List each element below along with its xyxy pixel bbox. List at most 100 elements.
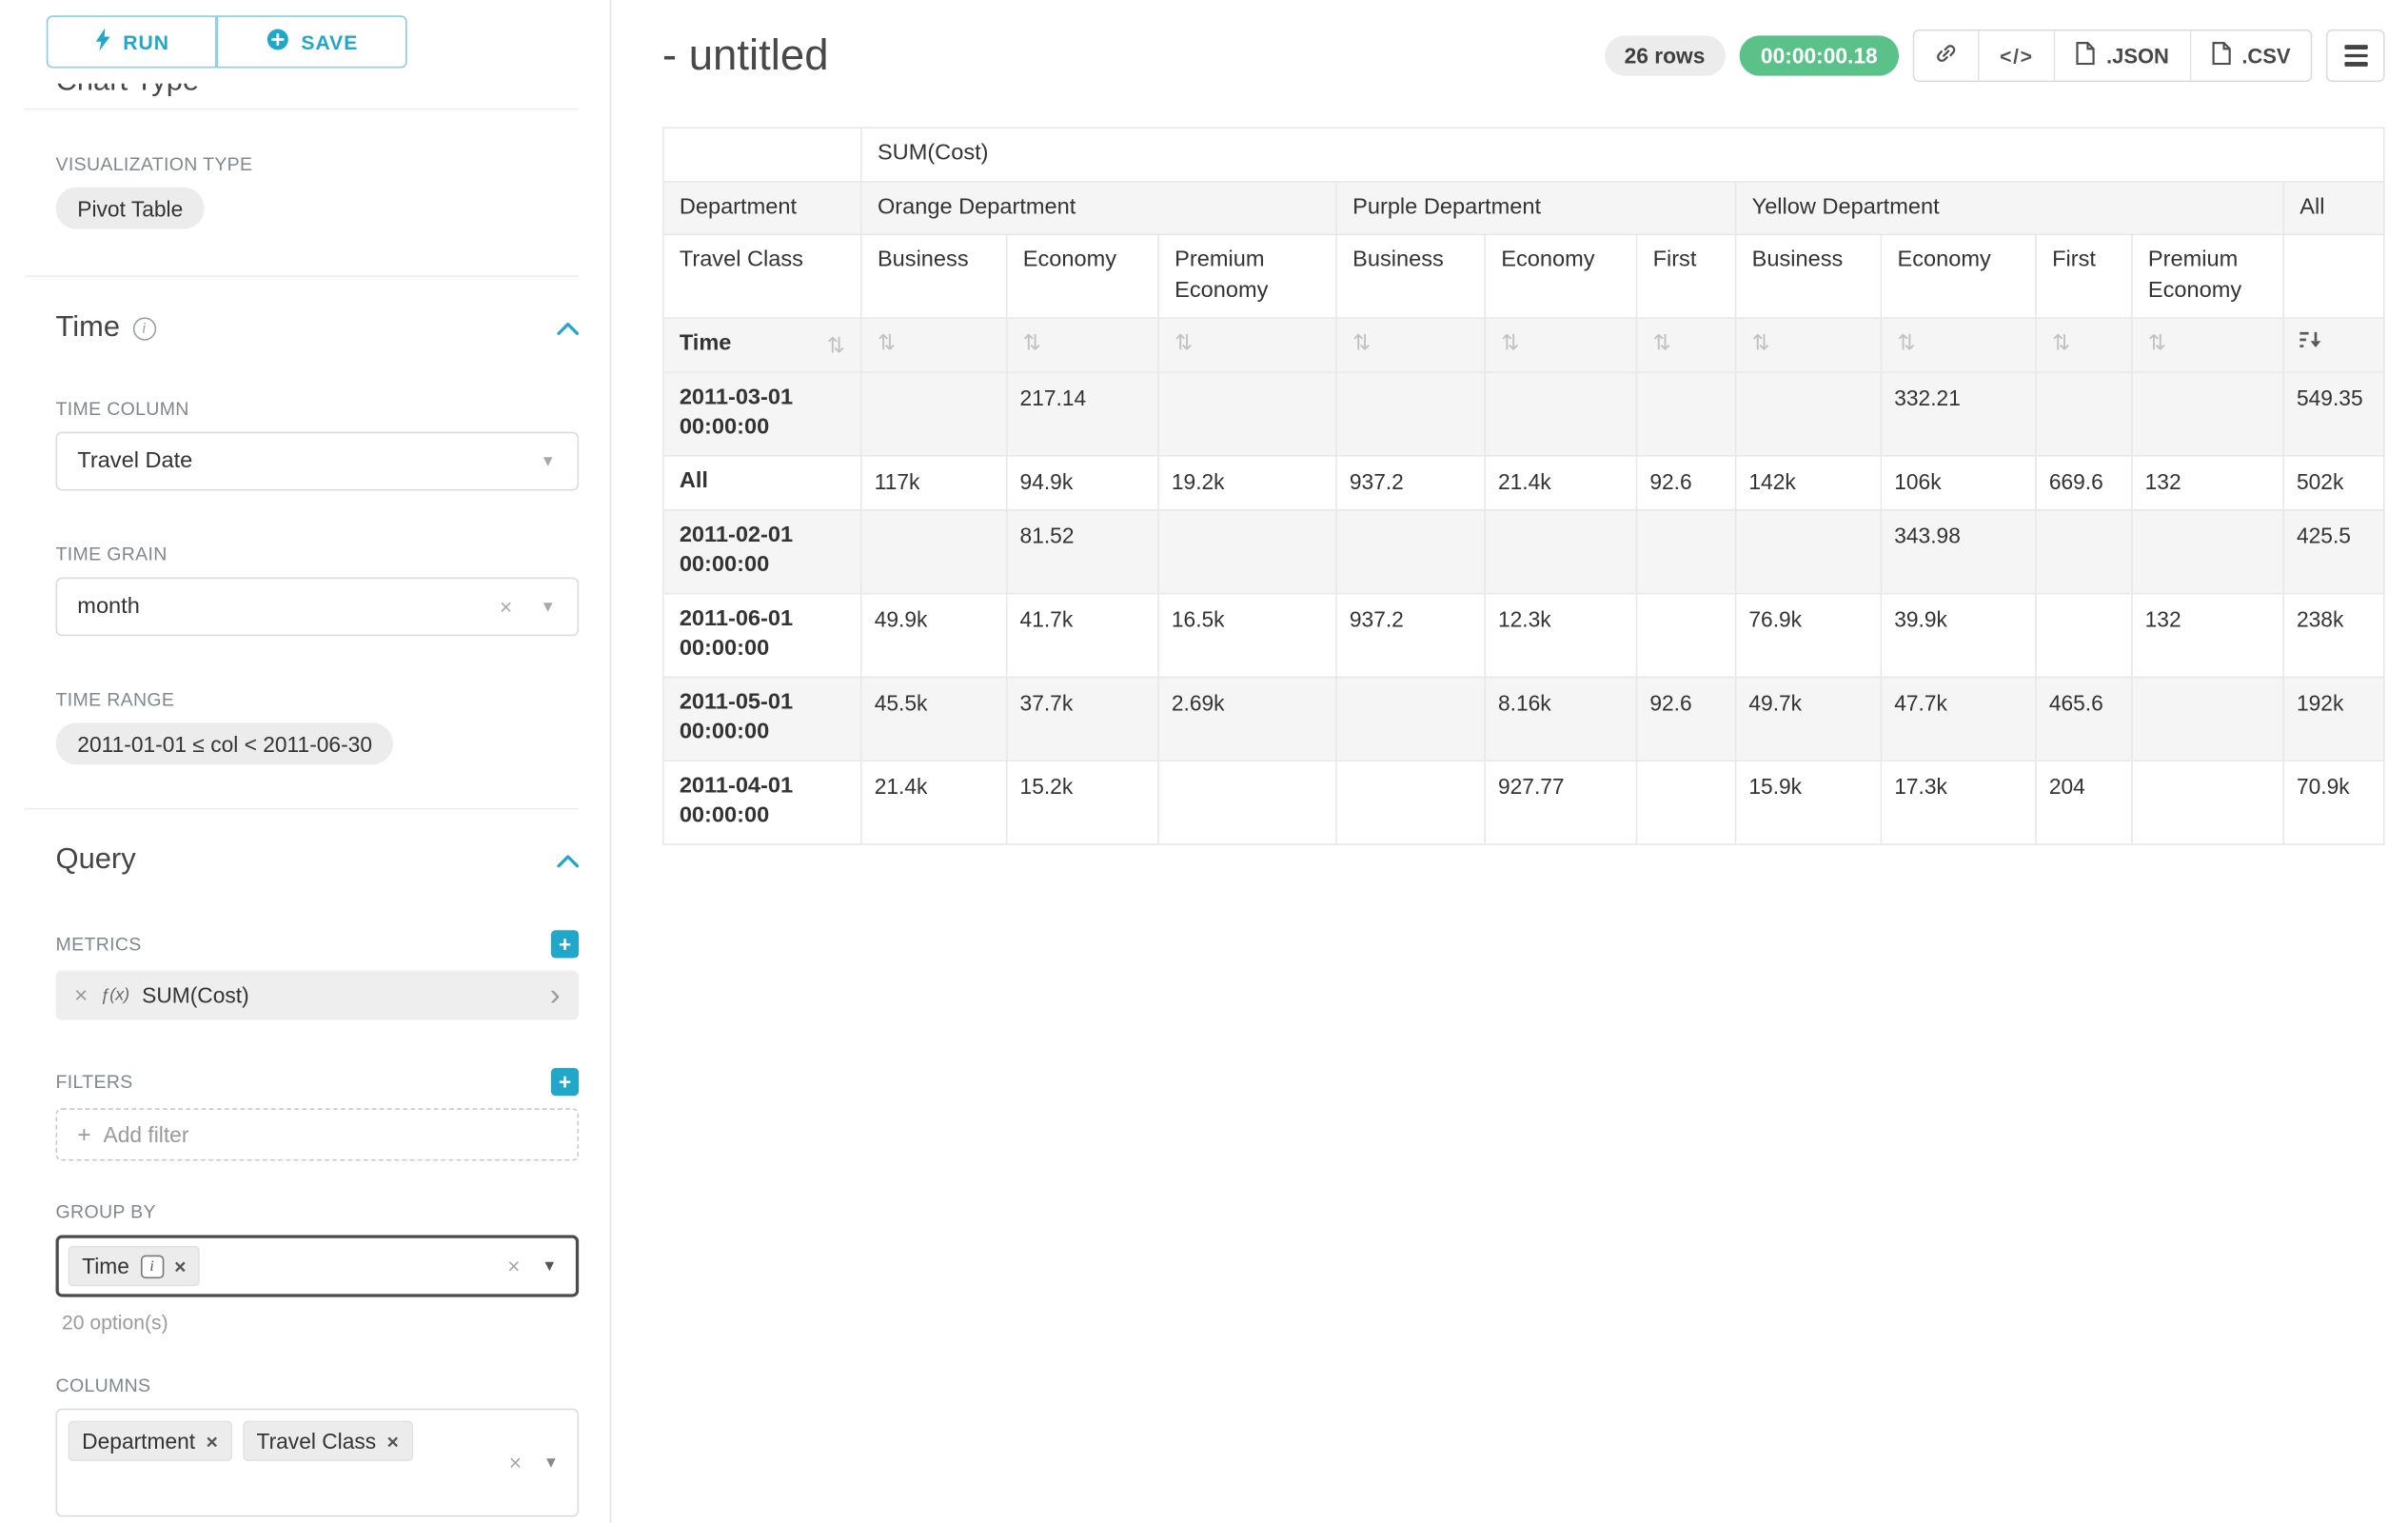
add-filter-placeholder: Add filter — [104, 1122, 189, 1147]
pivot-value-cell: 15.2k — [1007, 761, 1158, 844]
pivot-table: SUM(Cost)DepartmentOrange DepartmentPurp… — [662, 127, 2385, 844]
run-button[interactable]: RUN — [47, 15, 217, 68]
add-filter-button[interactable]: + — [551, 1068, 579, 1096]
control-panel-scroll-area[interactable]: Chart Type VISUALIZATION TYPE Pivot Tabl… — [0, 84, 610, 1523]
pivot-value-cell: 117k — [861, 456, 1007, 509]
chart-header: - untitled 26 rows 00:00:00.18 </> — [662, 22, 2385, 90]
travel-class-header: Economy — [1007, 235, 1158, 319]
sort-desc-icon[interactable] — [2299, 330, 2321, 355]
query-section-header[interactable]: Query — [56, 843, 580, 878]
time-range-control: TIME RANGE 2011-01-01 ≤ col < 2011-06-30 — [56, 689, 580, 765]
time-grain-label: TIME GRAIN — [56, 544, 580, 565]
pivot-value-cell — [861, 372, 1007, 456]
copy-link-button[interactable] — [1915, 31, 1980, 81]
clear-icon[interactable]: × — [507, 1254, 520, 1278]
sorted-column-cell — [2283, 319, 2384, 372]
time-section-header[interactable]: Time i — [56, 311, 580, 346]
pivot-value-cell — [2132, 372, 2283, 456]
sort-icon[interactable]: ⇅ — [1501, 330, 1519, 355]
viz-type-value[interactable]: Pivot Table — [56, 188, 205, 229]
pivot-value-cell — [1485, 509, 1636, 593]
chevron-up-icon[interactable] — [557, 854, 579, 868]
sort-icon[interactable]: ⇅ — [1653, 330, 1671, 355]
metrics-label: METRICS — [56, 933, 142, 955]
travel-class-header: Business — [1336, 235, 1485, 319]
caret-down-icon[interactable]: ▼ — [543, 1454, 559, 1472]
pivot-value-cell: 92.6 — [1636, 677, 1735, 761]
remove-metric-icon[interactable]: × — [74, 982, 88, 1009]
time-range-value[interactable]: 2011-01-01 ≤ col < 2011-06-30 — [56, 722, 394, 764]
pivot-value-cell — [1736, 509, 1882, 593]
time-column-select[interactable]: Travel Date ▼ — [56, 432, 580, 491]
sort-icon[interactable]: ⇅ — [1752, 330, 1770, 355]
sort-icon[interactable]: ⇅ — [1352, 330, 1371, 355]
remove-tag-icon[interactable]: × — [387, 1430, 399, 1453]
filters-label: FILTERS — [56, 1071, 133, 1093]
caret-down-icon[interactable]: ▼ — [542, 1257, 557, 1275]
sort-icon[interactable]: ⇅ — [878, 330, 896, 355]
row-count-badge: 26 rows — [1604, 35, 1725, 75]
travel-class-header: Business — [861, 235, 1007, 319]
pivot-value-cell — [1336, 761, 1485, 844]
link-icon — [1935, 42, 1958, 69]
remove-tag-icon[interactable]: × — [207, 1430, 218, 1453]
export-json-button[interactable]: .JSON — [2055, 31, 2190, 81]
chart-actions-bar: RUN SAVE — [0, 0, 610, 84]
metric-header: SUM(Cost) — [861, 128, 2384, 181]
run-button-label: RUN — [123, 30, 169, 53]
pivot-value-cell — [1636, 509, 1735, 593]
clear-icon[interactable]: × — [500, 594, 512, 619]
pivot-value-cell: 332.21 — [1881, 372, 2036, 456]
chart-title[interactable]: - untitled — [662, 31, 829, 81]
sort-icon[interactable]: ⇅ — [1023, 330, 1041, 355]
pivot-value-cell — [1736, 372, 1882, 456]
save-button-label: SAVE — [301, 30, 358, 53]
section-title-chart-type: Chart Type — [56, 84, 580, 99]
chevron-up-icon[interactable] — [557, 321, 579, 335]
sortable-column-cell: ⇅ — [1736, 319, 1882, 372]
sort-icon[interactable]: ⇅ — [2148, 330, 2166, 355]
viz-type-label: VISUALIZATION TYPE — [56, 153, 580, 175]
columns-select[interactable]: Department × Travel Class × × ▼ — [56, 1409, 580, 1517]
sort-icon[interactable]: ⇅ — [1174, 330, 1193, 355]
sortable-column-cell: ⇅ — [1336, 319, 1485, 372]
department-header: Purple Department — [1336, 181, 1736, 234]
pivot-value-cell — [2036, 372, 2132, 456]
columns-tag[interactable]: Department × — [69, 1421, 232, 1461]
chevron-right-icon[interactable]: › — [550, 979, 561, 1011]
sort-icon[interactable]: ⇅ — [1897, 330, 1915, 355]
travel-class-header: First — [1636, 235, 1735, 319]
pivot-value-cell: 15.9k — [1736, 761, 1882, 844]
remove-tag-icon[interactable]: × — [174, 1255, 186, 1277]
time-column-control: TIME COLUMN Travel Date ▼ — [56, 398, 580, 491]
control-panel: RUN SAVE Chart Type VISUALIZATION TYPE P… — [0, 0, 611, 1523]
metrics-label-row: METRICS + — [56, 930, 580, 958]
pivot-value-cell: 937.2 — [1336, 593, 1485, 677]
sort-icon[interactable]: ⇅ — [2052, 330, 2070, 355]
save-button[interactable]: SAVE — [217, 15, 407, 68]
export-csv-button[interactable]: .CSV — [2191, 31, 2311, 81]
embed-code-button[interactable]: </> — [1980, 31, 2055, 81]
metric-item[interactable]: × ƒ(x) SUM(Cost) › — [56, 971, 580, 1020]
columns-label: COLUMNS — [56, 1375, 580, 1396]
group-by-tag[interactable]: Time i × — [69, 1246, 201, 1286]
pivot-value-cell: 47.7k — [1881, 677, 2036, 761]
sortable-column-cell: ⇅ — [1636, 319, 1735, 372]
pivot-row-label: 2011-05-01 00:00:00 — [663, 677, 861, 761]
columns-tag[interactable]: Travel Class × — [243, 1421, 413, 1461]
group-by-label: GROUP BY — [56, 1201, 580, 1223]
add-metric-button[interactable]: + — [551, 930, 579, 958]
sort-icon[interactable]: ⇅ — [827, 334, 845, 356]
pivot-value-cell: 217.14 — [1007, 372, 1158, 456]
pivot-value-cell: 37.7k — [1007, 677, 1158, 761]
clear-icon[interactable]: × — [509, 1451, 522, 1475]
time-grain-select[interactable]: month × ▼ — [56, 577, 580, 636]
sortable-column-cell: ⇅ — [2132, 319, 2283, 372]
group-by-select[interactable]: Time i × × ▼ — [56, 1236, 580, 1297]
time-dimension-cell: Time⇅ — [663, 319, 861, 372]
menu-button[interactable] — [2326, 30, 2385, 82]
group-by-tag-label: Time — [82, 1254, 129, 1278]
sortable-column-cell: ⇅ — [1158, 319, 1336, 372]
pivot-row: 2011-06-01 00:00:0049.9k41.7k16.5k937.21… — [663, 593, 2384, 677]
add-filter-dropzone[interactable]: + Add filter — [56, 1108, 580, 1160]
